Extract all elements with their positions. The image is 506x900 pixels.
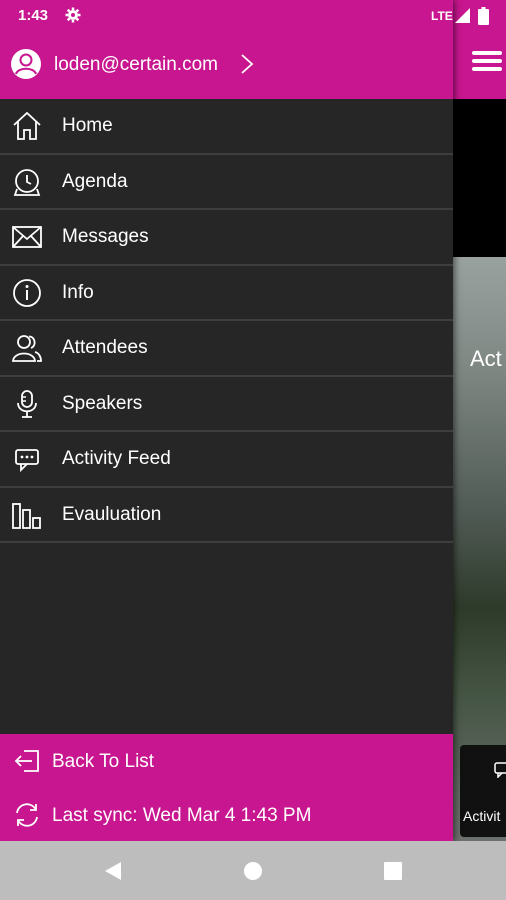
back-to-list-icon (14, 750, 39, 772)
menu-item-attendees[interactable]: Attendees (0, 321, 453, 377)
menu-item-speakers[interactable]: Speakers (0, 377, 453, 432)
sync-status-label: Last sync: Wed Mar 4 1:43 PM (52, 805, 312, 826)
menu-label: Activity Feed (62, 448, 171, 469)
status-time: 1:43 (18, 7, 49, 24)
menu-item-evaluation[interactable]: Evauluation (0, 488, 453, 543)
back-to-list-label: Back To List (52, 751, 155, 772)
menu-item-info[interactable]: Info (0, 266, 453, 321)
hamburger-menu-icon[interactable] (470, 47, 504, 81)
recents-square-icon[interactable] (380, 858, 406, 884)
gear-icon (65, 7, 81, 23)
activity-feed-tile-label: Activit (463, 808, 501, 824)
account-email: loden@certain.com (54, 54, 218, 75)
sync-icon (16, 803, 38, 827)
status-network: LTE (431, 9, 453, 23)
menu-item-agenda[interactable]: Agenda (0, 155, 453, 210)
menu-label: Home (62, 115, 113, 136)
battery-icon (478, 7, 489, 25)
chevron-right-icon[interactable] (240, 53, 254, 75)
chat-icon (15, 449, 39, 473)
info-icon (13, 278, 41, 307)
microphone-icon (17, 389, 37, 418)
background-photo-title: Act (470, 346, 502, 371)
menu-label: Attendees (62, 337, 148, 358)
drawer-footer: Back To List Last sync: Wed Mar 4 1:43 P… (0, 734, 453, 841)
background-banner (453, 99, 506, 257)
menu-label: Messages (62, 226, 149, 247)
clock-icon (13, 168, 41, 196)
back-triangle-icon[interactable] (100, 858, 126, 884)
menu-label: Evauluation (62, 503, 162, 525)
chat-icon (494, 762, 506, 778)
home-circle-icon[interactable] (240, 858, 266, 884)
mail-icon (12, 226, 42, 248)
menu-label: Agenda (62, 170, 128, 192)
back-to-list-button[interactable]: Back To List (0, 735, 453, 787)
menu-item-messages[interactable]: Messages (0, 210, 453, 266)
bar-chart-icon (12, 502, 41, 529)
people-icon (12, 335, 42, 362)
sync-button[interactable]: Last sync: Wed Mar 4 1:43 PM (0, 789, 453, 841)
menu-item-home[interactable]: Home (0, 99, 453, 155)
status-bar: 1:43 LTE (0, 0, 506, 32)
menu-label: Speakers (62, 392, 143, 414)
menu-label: Info (62, 281, 94, 303)
menu-item-activity-feed[interactable]: Activity Feed (0, 432, 453, 488)
system-nav-bar (0, 841, 506, 900)
home-icon (13, 111, 41, 140)
avatar-icon (11, 49, 41, 79)
navigation-drawer: loden@certain.com Home Agenda Messages I… (0, 0, 453, 841)
drawer-menu: Home Agenda Messages Info Attendees Spea… (0, 99, 453, 543)
signal-icon (455, 8, 470, 23)
